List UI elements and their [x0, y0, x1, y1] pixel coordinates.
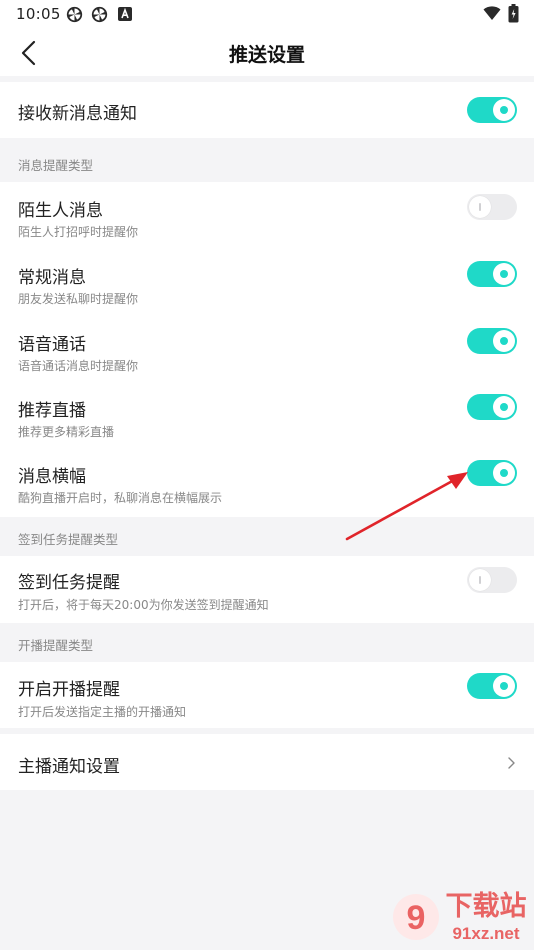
checkin-row: 签到任务提醒 打开后，将于每天20:00为你发送签到提醒通知: [0, 556, 534, 623]
regular-toggle[interactable]: [467, 261, 517, 287]
screen: 10:05 推送设置 接收新消息通知 消息提醒类型 陌生人消息 陌生人打招呼时提…: [0, 0, 534, 950]
voice-toggle[interactable]: [467, 328, 517, 354]
annotation-arrow: [345, 472, 468, 541]
recommend-live-title: 推荐直播: [18, 401, 86, 421]
a-box-icon: [118, 7, 132, 21]
checkin-subtitle: 打开后，将于每天20:00为你发送签到提醒通知: [18, 598, 269, 612]
toggle-knob: [493, 462, 515, 484]
pinwheel-icon: [66, 6, 83, 23]
toggle-knob: [493, 396, 515, 418]
section-label-reminder-type: 消息提醒类型: [18, 158, 94, 173]
status-time: 10:05: [16, 5, 61, 23]
checkin-toggle[interactable]: [467, 567, 517, 593]
stranger-subtitle: 陌生人打招呼时提醒你: [18, 225, 139, 239]
banner-subtitle: 酷狗直播开启时，私聊消息在横幅展示: [18, 491, 223, 505]
section-label-live-type: 开播提醒类型: [18, 638, 94, 653]
stranger-title: 陌生人消息: [18, 201, 103, 221]
checkin-title: 签到任务提醒: [18, 573, 120, 593]
section-label-checkin-type: 签到任务提醒类型: [18, 532, 119, 547]
voice-subtitle: 语音通话消息时提醒你: [18, 359, 139, 373]
status-bar: 10:05: [0, 0, 534, 28]
receive-new-toggle[interactable]: [467, 97, 517, 123]
toggle-knob: [469, 196, 491, 218]
toggle-knob: [493, 330, 515, 352]
toggle-knob: [469, 569, 491, 591]
page-title: 推送设置: [228, 44, 305, 66]
banner-title: 消息横幅: [18, 467, 86, 487]
stranger-toggle[interactable]: [467, 194, 517, 220]
wifi-icon: [483, 6, 501, 20]
watermark-logo: 9 下载站 91xz.net: [393, 891, 527, 943]
live-start-row: 开启开播提醒 打开后发送指定主播的开播通知: [0, 662, 534, 728]
svg-text:9: 9: [407, 899, 426, 937]
regular-subtitle: 朋友发送私聊时提醒你: [18, 292, 139, 306]
battery-icon: [508, 4, 519, 23]
receive-new-row: 接收新消息通知: [0, 82, 534, 138]
host-notify-title: 主播通知设置: [18, 757, 120, 777]
recommend-live-toggle[interactable]: [467, 394, 517, 420]
live-start-toggle[interactable]: [467, 673, 517, 699]
voice-title: 语音通话: [18, 335, 86, 355]
title-bar: 推送设置: [0, 28, 534, 76]
svg-text:下载站: 下载站: [446, 891, 527, 922]
chevron-right-icon: [508, 757, 515, 769]
toggle-knob: [493, 675, 515, 697]
toggle-knob: [493, 263, 515, 285]
row-title: 接收新消息通知: [18, 104, 137, 124]
host-notify-row[interactable]: 主播通知设置: [0, 734, 534, 790]
regular-title: 常规消息: [18, 268, 86, 288]
pinwheel-icon: [91, 6, 108, 23]
svg-text:91xz.net: 91xz.net: [452, 924, 519, 943]
live-start-title: 开启开播提醒: [18, 680, 120, 700]
toggle-knob: [493, 99, 515, 121]
recommend-live-subtitle: 推荐更多精彩直播: [18, 425, 115, 439]
live-start-subtitle: 打开后发送指定主播的开播通知: [18, 705, 187, 719]
